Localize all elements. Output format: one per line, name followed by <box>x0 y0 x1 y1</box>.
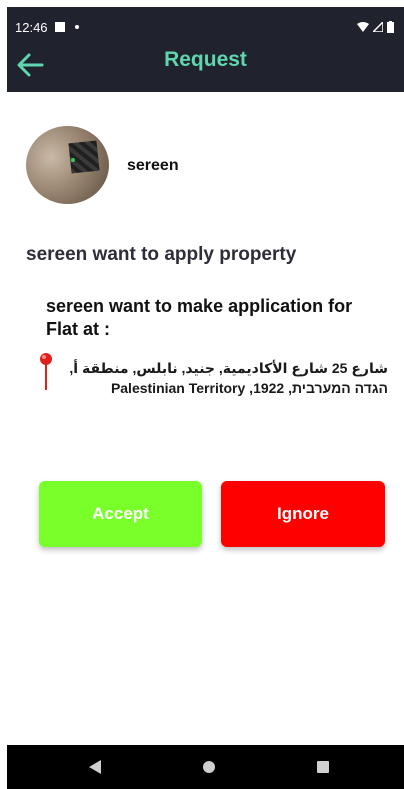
accept-button[interactable]: Accept <box>39 481 202 547</box>
ignore-button[interactable]: Ignore <box>221 481 385 547</box>
notification-icon <box>55 22 65 32</box>
battery-icon <box>387 21 394 33</box>
username: sereen <box>127 157 179 174</box>
request-subheading: sereen want to make application for Flat… <box>46 296 353 339</box>
notification-dot-icon <box>75 25 79 29</box>
location-pin-icon <box>40 353 52 390</box>
avatar-dot <box>71 158 75 162</box>
page-title: Request <box>164 48 247 71</box>
system-nav-bar <box>7 745 404 789</box>
request-heading: sereen want to apply property <box>26 244 297 265</box>
nav-recents-icon[interactable] <box>317 761 329 773</box>
signal-icon <box>373 22 383 32</box>
avatar-board <box>68 140 100 174</box>
status-icons <box>357 21 394 33</box>
avatar <box>26 126 109 204</box>
nav-home-icon[interactable] <box>203 761 215 773</box>
app-bar: Request <box>7 39 404 92</box>
property-address: شارع 25 شارع الأكاديمية, جنيد, نابلس, من… <box>69 360 388 396</box>
status-bar: 12:46 <box>7 7 404 39</box>
status-time: 12:46 <box>15 20 48 35</box>
wifi-icon <box>357 22 369 32</box>
nav-back-icon[interactable] <box>89 760 101 774</box>
